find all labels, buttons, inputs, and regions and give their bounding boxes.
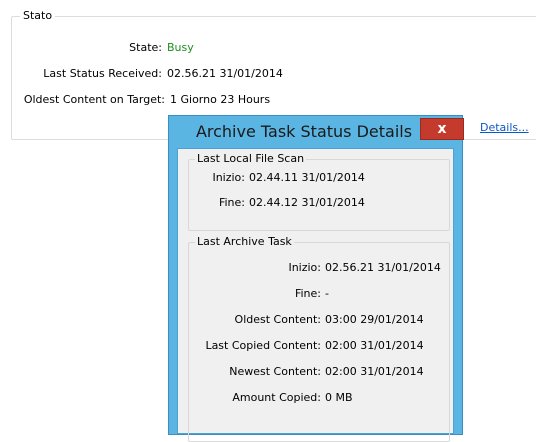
task-row-value: 02:00 31/01/2014 bbox=[325, 365, 424, 378]
task-row-label: Amount Copied: bbox=[232, 391, 321, 404]
last-archive-task-title: Last Archive Task bbox=[195, 235, 294, 248]
task-row-label: Inizio: bbox=[288, 261, 321, 274]
scan-inizio-value: 02.44.11 31/01/2014 bbox=[249, 171, 365, 184]
task-row-value: - bbox=[325, 287, 329, 300]
last-status-received-value: 02.56.21 31/01/2014 bbox=[167, 67, 283, 80]
archive-task-status-dialog: Archive Task Status Details x Last Local… bbox=[168, 115, 464, 442]
state-value: Busy bbox=[167, 41, 194, 54]
task-row-label: Fine: bbox=[294, 287, 321, 300]
task-row-value: 02:00 31/01/2014 bbox=[325, 339, 424, 352]
scan-fine-value: 02.44.12 31/01/2014 bbox=[249, 196, 365, 209]
task-row-label: Newest Content: bbox=[229, 365, 321, 378]
last-local-file-scan-title: Last Local File Scan bbox=[195, 152, 307, 165]
details-link[interactable]: Details... bbox=[480, 121, 529, 134]
task-row-label: Oldest Content: bbox=[234, 313, 321, 326]
task-row-value: 03:00 29/01/2014 bbox=[325, 313, 424, 326]
stato-group-title: Stato bbox=[20, 10, 56, 22]
task-row-label: Last Copied Content: bbox=[205, 339, 321, 352]
close-button[interactable]: x bbox=[420, 118, 464, 140]
dialog-title: Archive Task Status Details bbox=[195, 122, 413, 141]
task-row-value: 0 MB bbox=[325, 391, 353, 404]
dialog-client-area: Last Local File Scan Inizio: 02.44.11 31… bbox=[177, 148, 454, 442]
oldest-content-value: 1 Giorno 23 Hours bbox=[170, 93, 271, 106]
oldest-content-label: Oldest Content on Target: bbox=[23, 93, 165, 106]
task-row-value: 02.56.21 31/01/2014 bbox=[325, 261, 441, 274]
last-status-received-label: Last Status Received: bbox=[43, 67, 162, 80]
close-icon: x bbox=[437, 121, 447, 137]
last-local-file-scan-group bbox=[188, 159, 450, 231]
scan-fine-label: Fine: bbox=[218, 196, 245, 209]
scan-inizio-label: Inizio: bbox=[212, 171, 245, 184]
state-label: State: bbox=[129, 41, 162, 54]
